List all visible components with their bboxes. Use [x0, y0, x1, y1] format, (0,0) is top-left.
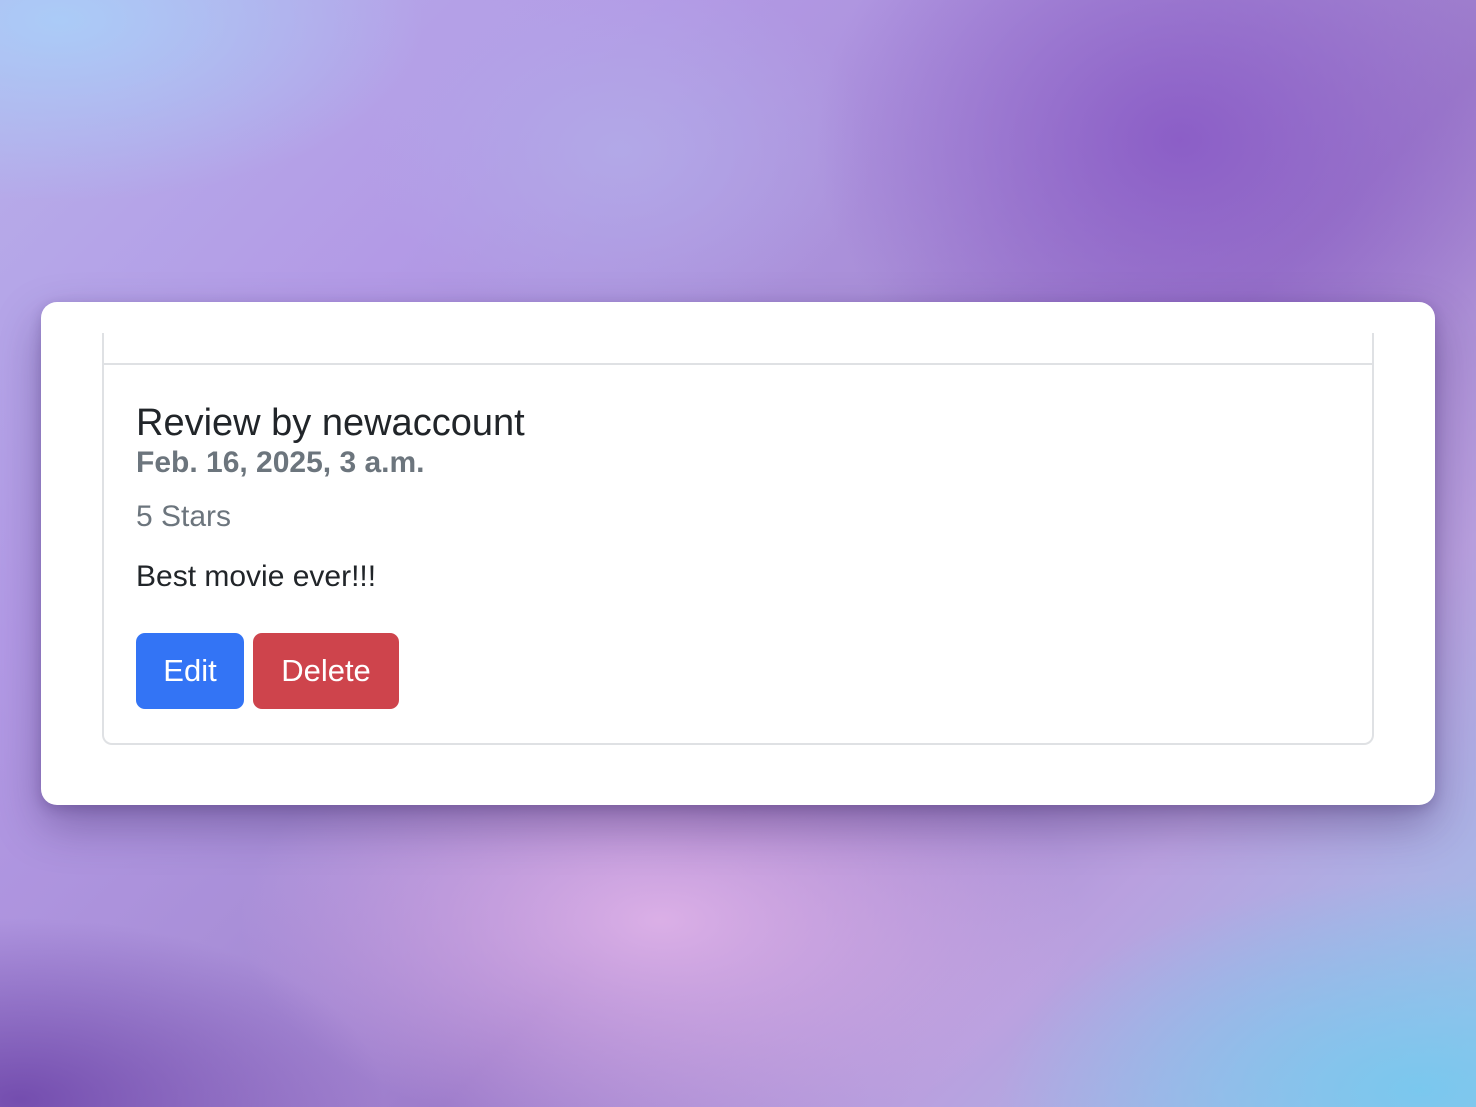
review-title: Review by newaccount — [136, 402, 525, 444]
review-card: Review by newaccount Feb. 16, 2025, 3 a.… — [102, 333, 1374, 745]
review-modal: Review by newaccount Feb. 16, 2025, 3 a.… — [41, 302, 1435, 805]
review-card-body: Review by newaccount Feb. 16, 2025, 3 a.… — [136, 401, 1340, 709]
review-text: Best movie ever!!! — [136, 560, 377, 593]
review-actions: Edit Delete — [136, 633, 1340, 709]
edit-button[interactable]: Edit — [136, 633, 244, 709]
card-divider — [104, 363, 1372, 365]
review-rating: 5 Stars — [136, 500, 232, 533]
review-date: Feb. 16, 2025, 3 a.m. — [136, 446, 425, 479]
delete-button[interactable]: Delete — [253, 633, 399, 709]
